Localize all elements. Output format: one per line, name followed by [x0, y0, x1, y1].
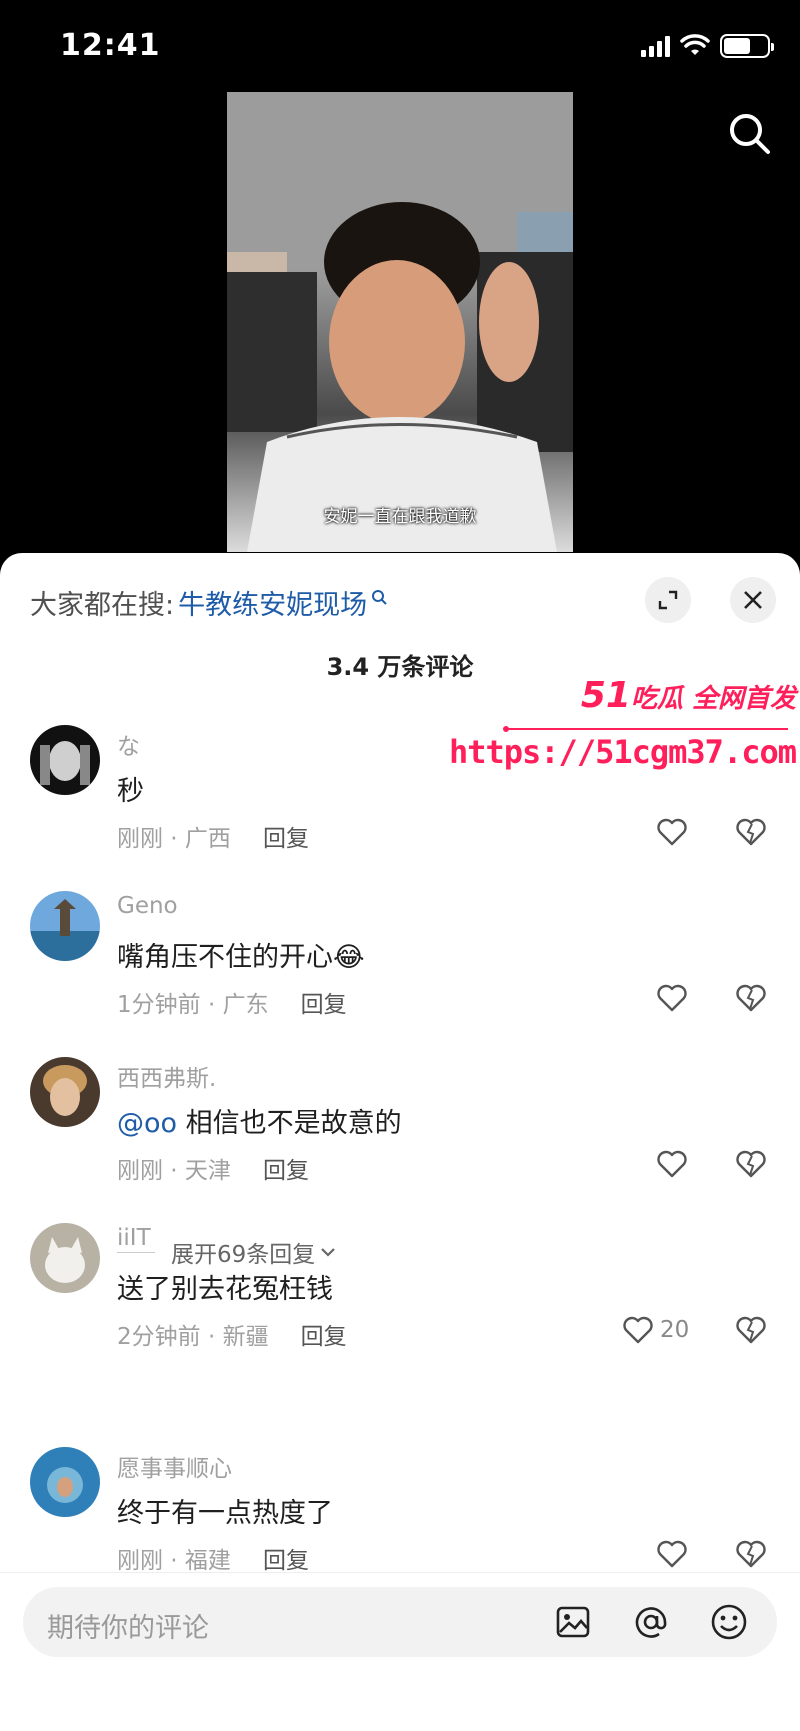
comment-time-location: 2分钟前 · 新疆: [117, 1324, 269, 1350]
comment-text: 送了别去花冤枉钱: [117, 1267, 333, 1306]
wifi-icon: [680, 34, 710, 55]
close-icon: [744, 591, 762, 609]
status-bar: 12:41: [0, 0, 800, 92]
like-button[interactable]: [656, 1149, 694, 1179]
reply-button[interactable]: 回复: [263, 1151, 309, 1185]
comment-meta: 2分钟前 · 新疆 回复: [117, 1317, 347, 1351]
comment-item: 西西弗斯. @oo 相信也不是故意的 刚刚 · 天津 回复: [0, 1057, 800, 1207]
dislike-icon[interactable]: [735, 983, 767, 1013]
reply-button[interactable]: 回复: [263, 1541, 309, 1575]
watermark-slogan: 吃瓜 全网首发: [630, 684, 796, 714]
comment-username[interactable]: 愿事事顺心: [117, 1449, 232, 1483]
like-button[interactable]: [656, 983, 694, 1013]
comment-item: Geno 嘴角压不住的开心😂 1分钟前 · 广东 回复: [0, 891, 800, 1041]
comment-text: 终于有一点热度了: [117, 1491, 333, 1530]
avatar[interactable]: [30, 725, 100, 795]
like-button[interactable]: [656, 1539, 694, 1569]
divider: [117, 1251, 155, 1253]
watermark-url: https://51cgm37.com: [448, 733, 797, 771]
watermark: 51吃瓜 全网首发 https://51cgm37.com: [449, 675, 798, 775]
comment-text: 嘴角压不住的开心😂: [117, 935, 365, 974]
comment-text: 秒: [117, 769, 144, 808]
comment-input-placeholder: 期待你的评论: [47, 1613, 209, 1644]
dislike-icon[interactable]: [735, 817, 767, 847]
expand-icon: [658, 590, 678, 610]
video-frame: [227, 92, 573, 552]
cellular-signal-icon: [641, 35, 670, 57]
comment-meta: 刚刚 · 广西 回复: [117, 819, 309, 853]
comment-time-location: 刚刚 · 广西: [117, 826, 231, 852]
heart-icon: [657, 1540, 687, 1568]
heart-icon: [657, 1150, 687, 1178]
emoji-icon[interactable]: [709, 1602, 749, 1642]
like-button[interactable]: 20: [622, 1315, 689, 1345]
comment-body: 嘴角压不住的开心😂: [117, 942, 365, 973]
status-icons: [641, 34, 774, 58]
at-icon[interactable]: [631, 1602, 671, 1642]
heart-icon: [623, 1316, 653, 1344]
avatar[interactable]: [30, 1057, 100, 1127]
watermark-line: [503, 726, 788, 732]
video-subtitle: 安妮一直在跟我道歉: [323, 507, 477, 527]
search-icon[interactable]: [726, 110, 774, 158]
like-button[interactable]: [656, 817, 694, 847]
comment-username[interactable]: 西西弗斯.: [117, 1059, 216, 1093]
avatar[interactable]: [30, 1447, 100, 1517]
comment-username[interactable]: な: [117, 727, 140, 761]
comment-meta: 1分钟前 · 广东 回复: [117, 985, 347, 1019]
comment-text: @oo 相信也不是故意的: [117, 1101, 402, 1140]
comment-username[interactable]: Geno: [117, 893, 178, 919]
avatar[interactable]: [30, 1223, 100, 1293]
comment-meta: 刚刚 · 天津 回复: [117, 1151, 309, 1185]
heart-icon: [657, 984, 687, 1012]
expand-replies-button[interactable]: 展开69条回复: [117, 1235, 337, 1269]
expand-button[interactable]: [645, 577, 691, 623]
dislike-icon[interactable]: [735, 1149, 767, 1179]
hot-search-bar[interactable]: 大家都在搜: 牛教练安妮现场: [30, 583, 387, 622]
comment-body: 送了别去花冤枉钱: [117, 1274, 333, 1305]
watermark-brand: 51: [580, 675, 631, 716]
video-player[interactable]: 安妮一直在跟我道歉: [227, 92, 573, 552]
expand-replies-label: 展开69条回复: [171, 1242, 316, 1268]
search-small-icon: [372, 589, 387, 605]
comment-meta: 刚刚 · 福建 回复: [117, 1541, 309, 1575]
comment-body: 终于有一点热度了: [117, 1498, 333, 1529]
reply-button[interactable]: 回复: [301, 985, 347, 1019]
comment-time-location: 刚刚 · 天津: [117, 1158, 231, 1184]
comment-body: 相信也不是故意的: [177, 1108, 402, 1139]
reply-button[interactable]: 回复: [263, 819, 309, 853]
comment-input-area: 期待你的评论: [0, 1572, 800, 1731]
comment-time-location: 刚刚 · 福建: [117, 1548, 231, 1574]
like-count: 20: [660, 1317, 690, 1343]
dislike-icon[interactable]: [735, 1315, 767, 1345]
watermark-title: 51吃瓜 全网首发: [581, 675, 796, 716]
reply-button[interactable]: 回复: [301, 1317, 347, 1351]
hot-search-label: 大家都在搜:: [30, 590, 175, 621]
mention-link[interactable]: @oo: [117, 1108, 177, 1139]
battery-icon: [720, 34, 774, 58]
avatar[interactable]: [30, 891, 100, 961]
hot-search-term[interactable]: 牛教练安妮现场: [178, 583, 367, 622]
close-button[interactable]: [730, 577, 776, 623]
image-icon[interactable]: [553, 1602, 593, 1642]
dislike-icon[interactable]: [735, 1539, 767, 1569]
chevron-down-icon: [321, 1248, 336, 1257]
comment-body: 秒: [117, 776, 144, 807]
status-time: 12:41: [60, 28, 161, 63]
heart-icon: [657, 818, 687, 846]
comment-time-location: 1分钟前 · 广东: [117, 992, 269, 1018]
comment-input[interactable]: 期待你的评论: [23, 1587, 777, 1657]
